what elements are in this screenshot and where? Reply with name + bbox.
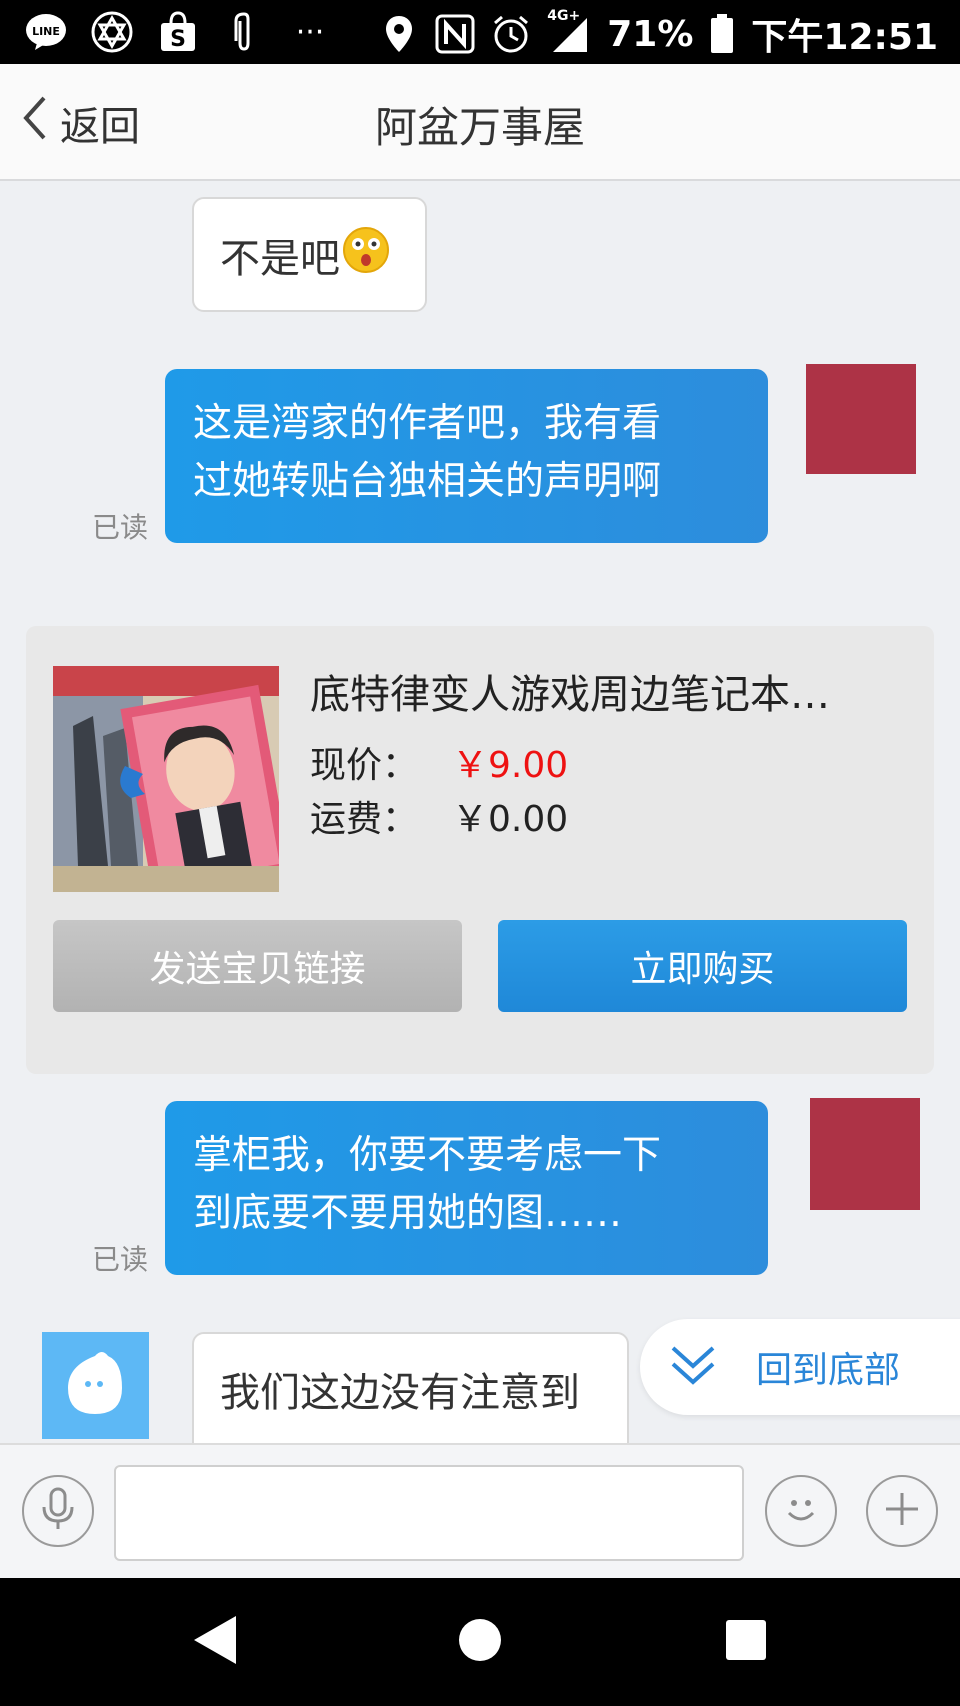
plus-icon: [882, 1489, 922, 1533]
buy-now-button[interactable]: 立即购买: [498, 920, 907, 1012]
status-bar: LINE S ··· 4G+ 71% 下午12:51: [0, 0, 960, 64]
shipping-label: 运费：: [310, 799, 419, 840]
message-bubble-outgoing: 这是湾家的作者吧，我有看 过她转贴台独相关的声明啊: [165, 369, 768, 543]
notification-icons: LINE S ···: [24, 10, 332, 54]
shipping-row: 运费： ￥0.00: [310, 790, 568, 842]
network-type: 4G+: [547, 8, 581, 24]
line-app-icon: LINE: [24, 10, 68, 54]
smiley-icon: [781, 1489, 821, 1533]
message-text: 不是吧: [220, 235, 340, 282]
star-of-david-icon: [90, 10, 134, 54]
product-thumbnail[interactable]: [53, 666, 279, 892]
current-price: ￥9.00: [452, 745, 569, 786]
voice-button[interactable]: [22, 1475, 94, 1547]
chat-area[interactable]: 不是吧 这是湾家的作者吧，我有看 过她转贴台独相关的声明啊 已读 底特律变人游戏…: [0, 181, 960, 1443]
microphone-icon: [40, 1487, 76, 1535]
message-text: 我们这边没有注意到: [220, 1370, 580, 1416]
message-text-line: 到底要不要用她的图……: [193, 1191, 623, 1236]
triangle-back-icon: [190, 1614, 238, 1670]
back-to-bottom-label: 回到底部: [756, 1350, 901, 1391]
signal-icon: 4G+: [547, 8, 591, 56]
shipping-fee: ￥0.00: [452, 799, 569, 840]
paperclip-icon: [222, 10, 266, 54]
square-recents-icon: [725, 1619, 767, 1665]
svg-text:LINE: LINE: [32, 25, 60, 38]
page-title: 阿盆万事屋: [374, 103, 585, 152]
message-bubble-incoming: 不是吧: [192, 197, 427, 312]
surprised-emoji-icon: [342, 226, 390, 284]
message-bubble-incoming: 我们这边没有注意到: [192, 1332, 629, 1443]
double-chevron-down-icon: [670, 1342, 716, 1392]
battery-percent: 71%: [607, 13, 694, 55]
send-link-button[interactable]: 发送宝贝链接: [53, 920, 462, 1012]
price-label: 现价：: [310, 745, 419, 786]
location-icon: [379, 12, 419, 56]
shop-avatar[interactable]: [42, 1332, 149, 1439]
back-to-bottom-button[interactable]: 回到底部: [640, 1319, 960, 1415]
message-text-line: 这是湾家的作者吧，我有看: [193, 401, 662, 446]
product-title[interactable]: 底特律变人游戏周边笔记本…: [310, 662, 830, 720]
message-text-line: 过她转贴台独相关的声明啊: [193, 459, 662, 504]
nav-back-button[interactable]: [154, 1578, 274, 1706]
system-nav-bar: [0, 1578, 960, 1706]
circle-home-icon: [458, 1618, 502, 1666]
svg-text:S: S: [170, 27, 186, 52]
nav-recents-button[interactable]: [686, 1578, 806, 1706]
emoji-button[interactable]: [765, 1475, 837, 1547]
alarm-icon: [491, 12, 531, 56]
system-icons: 4G+ 71% 下午12:51: [379, 8, 938, 60]
more-options-button[interactable]: [866, 1475, 938, 1547]
avatar[interactable]: [806, 364, 916, 474]
avatar[interactable]: [810, 1098, 920, 1210]
clock: 下午12:51: [751, 17, 938, 58]
chat-header: 返回 阿盆万事屋: [0, 64, 960, 181]
message-bubble-outgoing: 掌柜我，你要不要考虑一下 到底要不要用她的图……: [165, 1101, 768, 1275]
price-row: 现价： ￥9.00: [310, 736, 568, 788]
nfc-icon: [435, 12, 475, 56]
read-status: 已读: [92, 1243, 149, 1276]
more-notifications: ···: [295, 14, 325, 50]
read-status: 已读: [92, 511, 149, 544]
message-text-line: 掌柜我，你要不要考虑一下: [193, 1133, 662, 1178]
message-input[interactable]: [114, 1465, 744, 1561]
product-card[interactable]: 底特律变人游戏周边笔记本… 现价： ￥9.00 运费： ￥0.00 发送宝贝链接…: [26, 626, 934, 1074]
input-bar: [0, 1443, 960, 1578]
shopee-bag-icon: S: [156, 10, 200, 54]
battery-icon: [709, 12, 735, 56]
nav-home-button[interactable]: [420, 1578, 540, 1706]
